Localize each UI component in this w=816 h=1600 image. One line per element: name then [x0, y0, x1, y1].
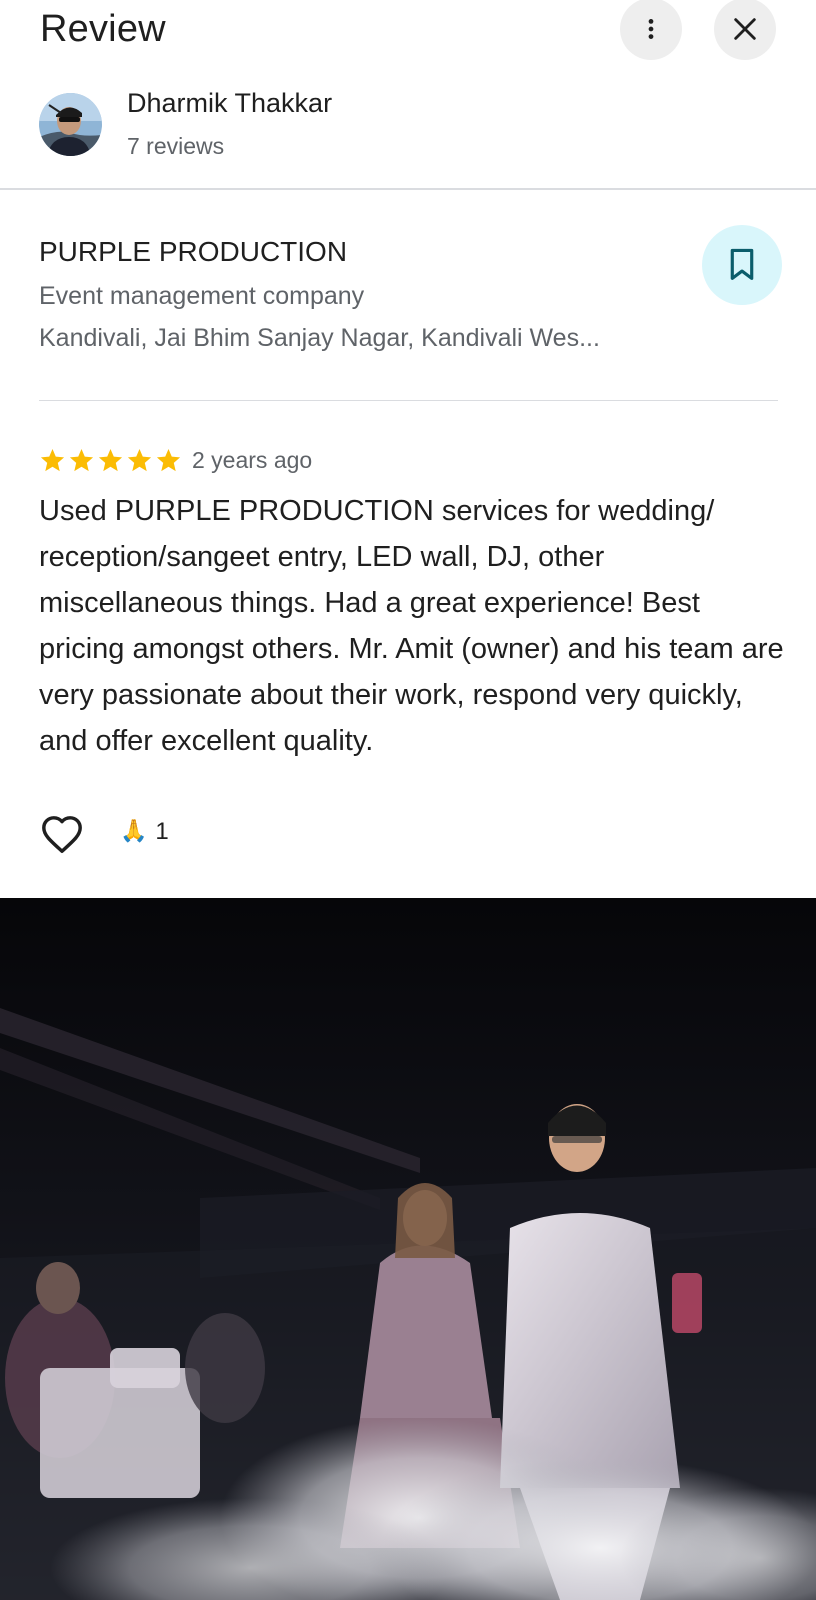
reaction-count: 1	[155, 818, 169, 845]
star-icon	[40, 449, 65, 472]
more-options-button[interactable]	[620, 0, 682, 60]
like-button[interactable]	[38, 812, 86, 856]
reviewer-review-count[interactable]: 7 reviews	[127, 133, 224, 160]
place-address: Kandivali, Jai Bhim Sanjay Nagar, Kandiv…	[39, 324, 600, 352]
page-title: Review	[40, 8, 166, 50]
place-name[interactable]: PURPLE PRODUCTION	[39, 236, 347, 268]
review-date: 2 years ago	[192, 447, 313, 473]
close-button[interactable]	[714, 0, 776, 60]
folded-hands-emoji: 🙏	[120, 819, 148, 844]
review-header: Review Dharmik Thakkar 7 reviews	[0, 0, 816, 188]
header-divider	[0, 188, 816, 190]
bookmark-icon	[730, 248, 754, 280]
avatar[interactable]	[39, 93, 102, 156]
star-icon	[69, 449, 94, 472]
reviewer-name[interactable]: Dharmik Thakkar	[127, 88, 332, 119]
star-icon	[98, 449, 123, 472]
save-place-button[interactable]	[702, 225, 782, 305]
star-rating	[39, 447, 182, 474]
review-photo[interactable]	[0, 898, 816, 1600]
place-category: Event management company	[39, 282, 365, 310]
star-icon	[127, 449, 152, 472]
more-vertical-icon	[648, 19, 654, 39]
heart-outline-icon	[42, 816, 82, 853]
review-text: Used PURPLE PRODUCTION services for wedd…	[39, 495, 784, 757]
close-icon	[734, 18, 756, 40]
star-icon	[156, 449, 181, 472]
reaction-chip[interactable]: 🙏 1	[120, 818, 169, 846]
section-divider	[39, 400, 778, 401]
